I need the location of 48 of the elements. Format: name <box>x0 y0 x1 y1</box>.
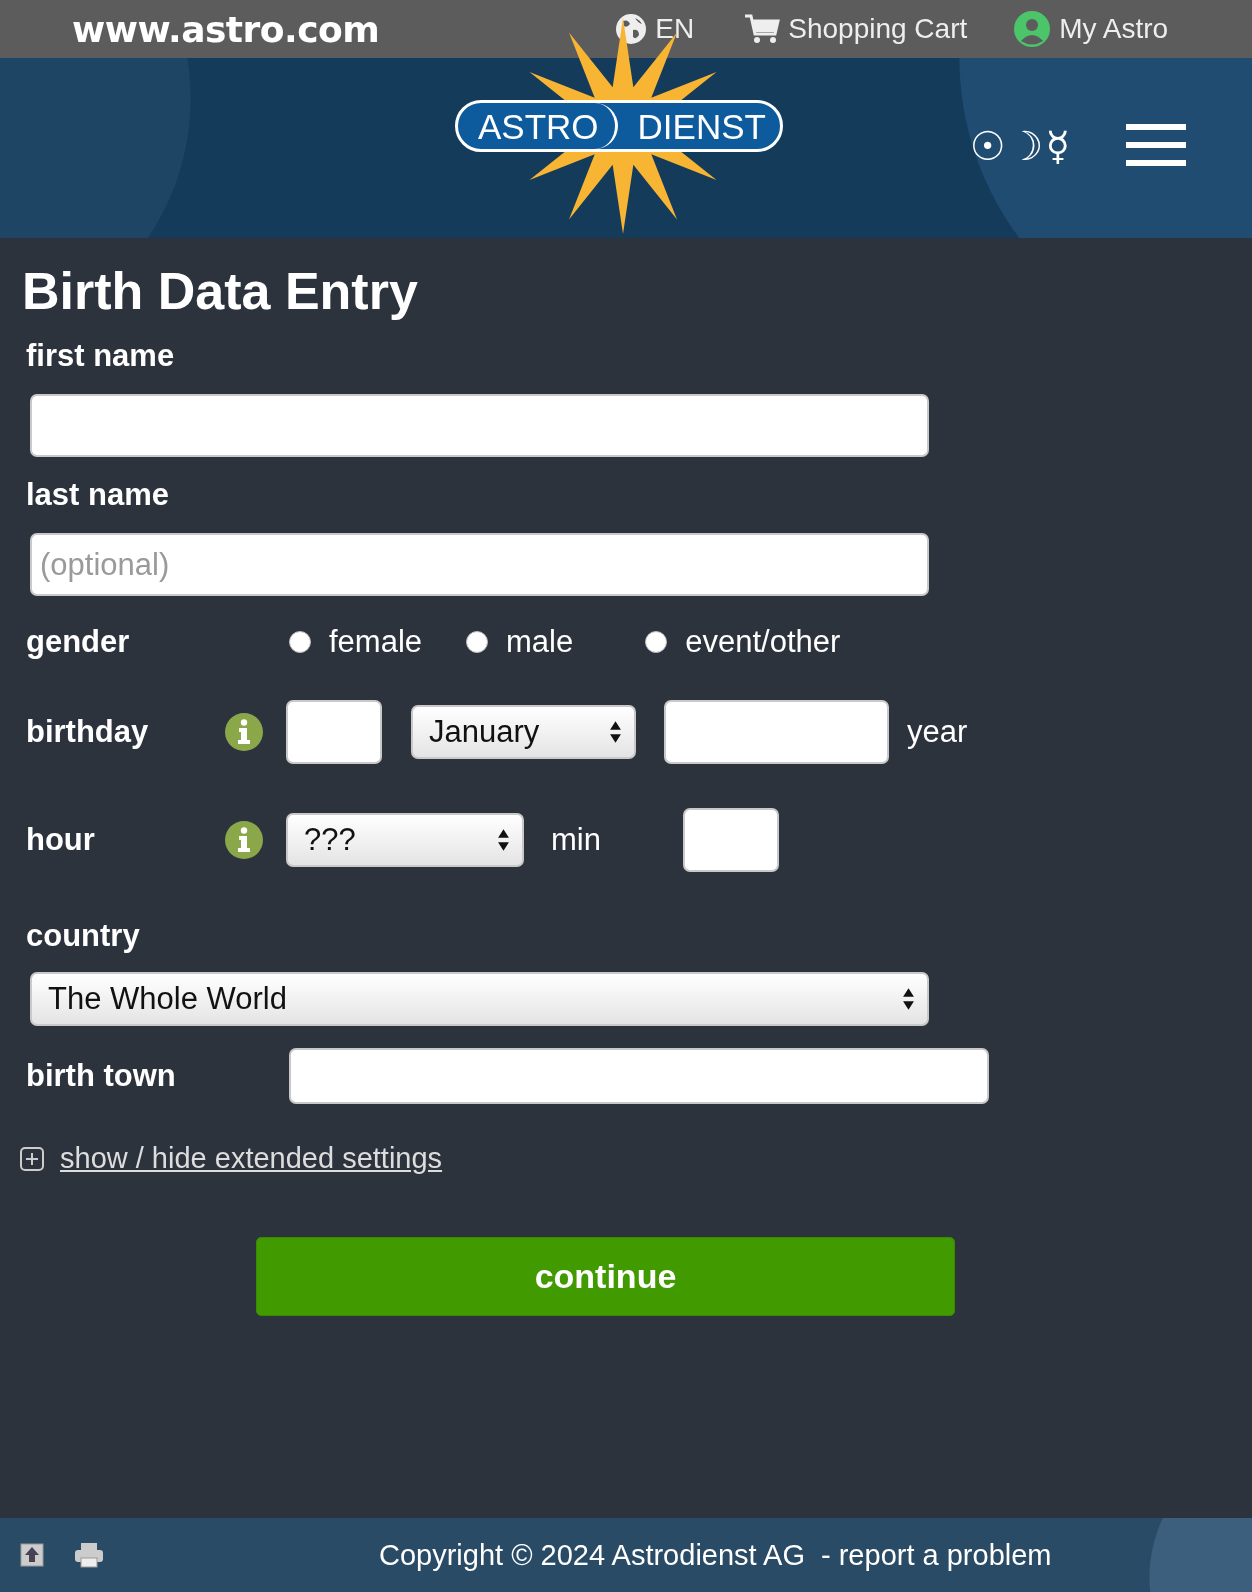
radio-button[interactable] <box>466 631 489 654</box>
field-label: gender <box>26 624 131 661</box>
country-select[interactable]: The Whole World <box>30 972 929 1027</box>
field-label: min <box>551 822 601 859</box>
radio-label[interactable]: male <box>506 624 574 661</box>
info-icon[interactable] <box>224 820 264 861</box>
copyright-text: Copyright © 2024 Astrodienst AG <box>379 1538 805 1572</box>
cart-link[interactable]: Shopping Cart <box>788 13 968 45</box>
field-label: birthday <box>26 714 150 751</box>
logo-text: ASTRO <box>458 103 618 149</box>
field-label: hour <box>26 822 96 859</box>
radio-label[interactable]: female <box>329 624 423 661</box>
field-label: last name <box>26 477 170 514</box>
select-arrows-icon <box>902 987 915 1012</box>
extended-settings-link[interactable]: show / hide extended settings <box>60 1142 443 1176</box>
input-field[interactable] <box>30 394 929 458</box>
planet-symbols[interactable]: ☉☽☿ <box>969 123 1072 169</box>
info-icon[interactable] <box>224 712 264 753</box>
page-title: Birth Data Entry <box>22 261 419 322</box>
language-link[interactable]: EN <box>655 13 695 45</box>
input-field[interactable] <box>289 1048 989 1105</box>
day-field[interactable] <box>286 700 382 765</box>
user-icon[interactable] <box>1013 10 1052 48</box>
menu-icon[interactable] <box>1126 124 1186 166</box>
continue-button[interactable]: continue <box>256 1237 955 1317</box>
radio-button[interactable] <box>645 631 668 654</box>
expand-icon[interactable] <box>20 1146 44 1171</box>
field-label: year <box>907 714 968 751</box>
field-label: birth town <box>26 1058 177 1095</box>
input-field[interactable]: (optional) <box>30 533 929 597</box>
field-label: country <box>26 918 141 955</box>
report-link[interactable]: - report a problem <box>821 1538 1052 1572</box>
year-field[interactable] <box>664 700 889 765</box>
account-link[interactable]: My Astro <box>1059 13 1169 45</box>
minute-field[interactable] <box>682 808 779 873</box>
cart-icon[interactable] <box>744 13 781 45</box>
radio-label[interactable]: event/other <box>685 624 841 661</box>
hour-select[interactable]: ??? <box>286 813 524 868</box>
logo-text: DIENST <box>636 105 767 148</box>
month-select[interactable]: January <box>411 705 636 760</box>
radio-button[interactable] <box>289 631 311 654</box>
select-arrows-icon <box>609 720 622 745</box>
field-label: first name <box>26 338 176 375</box>
select-arrows-icon <box>497 828 510 853</box>
printer-icon[interactable] <box>74 1542 104 1568</box>
site-address[interactable]: www.astro.com <box>72 8 380 50</box>
upload-icon[interactable] <box>20 1543 44 1567</box>
logo-badge[interactable]: ASTRO DIENST <box>455 100 783 152</box>
